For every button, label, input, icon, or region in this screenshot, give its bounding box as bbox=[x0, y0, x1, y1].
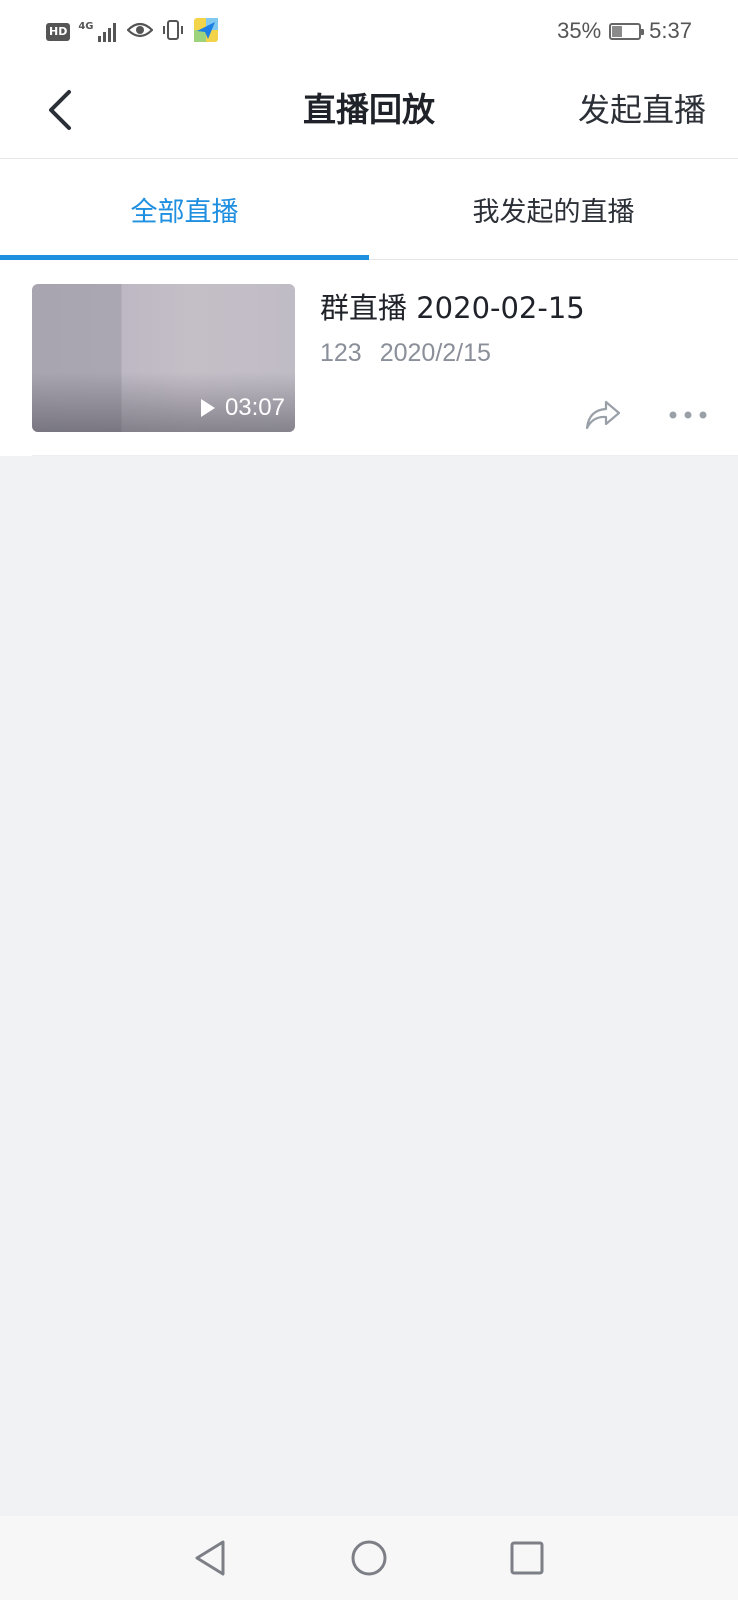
app-notification-icon bbox=[193, 17, 219, 47]
duration-badge: 03:07 bbox=[199, 394, 285, 422]
item-date: 2020/2/15 bbox=[379, 339, 491, 367]
play-icon bbox=[200, 399, 215, 417]
item-title: 群直播 2020-02-15 bbox=[320, 291, 585, 325]
hd-badge: HD bbox=[46, 23, 71, 41]
vibrate-icon bbox=[161, 18, 185, 46]
clock: 5:37 bbox=[649, 18, 692, 43]
circle-home-icon bbox=[351, 1540, 387, 1576]
start-live-button[interactable]: 发起直播 bbox=[578, 87, 706, 133]
signal-icon: 4G bbox=[78, 21, 118, 43]
top-app-bar: 直播回放 发起直播 bbox=[0, 62, 738, 159]
more-button[interactable] bbox=[662, 394, 714, 436]
tab-bar: 全部直播 我发起的直播 bbox=[0, 159, 738, 260]
nav-home-button[interactable] bbox=[345, 1534, 393, 1582]
duration-label: 03:07 bbox=[224, 394, 285, 421]
battery-fill bbox=[612, 25, 622, 37]
nav-recents-button[interactable] bbox=[503, 1534, 551, 1582]
video-thumbnail[interactable]: 03:07 bbox=[32, 284, 295, 432]
network-type-label: 4G bbox=[78, 21, 94, 32]
eye-icon bbox=[125, 20, 154, 44]
tab-my-live[interactable]: 我发起的直播 bbox=[369, 159, 738, 259]
list-item[interactable]: 03:07 群直播 2020-02-15 123 2020/2/15 bbox=[32, 260, 738, 456]
more-horizontal-icon bbox=[669, 411, 707, 419]
battery-icon bbox=[609, 22, 645, 40]
item-meta: 123 2020/2/15 bbox=[320, 336, 491, 370]
status-icons-right: 35% 5:37 bbox=[557, 16, 692, 46]
share-button[interactable] bbox=[582, 394, 624, 436]
system-nav-bar bbox=[0, 1516, 738, 1600]
share-icon bbox=[585, 400, 621, 430]
nav-back-button[interactable] bbox=[186, 1534, 234, 1582]
tab-all-live[interactable]: 全部直播 bbox=[0, 159, 369, 260]
status-bar: HD 4G 35% 5:37 bbox=[0, 0, 738, 62]
replay-list: 03:07 群直播 2020-02-15 123 2020/2/15 bbox=[0, 260, 738, 456]
item-author: 123 bbox=[320, 339, 362, 367]
battery-percent: 35% bbox=[557, 18, 602, 43]
triangle-back-icon bbox=[195, 1540, 225, 1576]
square-recents-icon bbox=[510, 1541, 544, 1575]
status-icons-left: HD 4G bbox=[46, 18, 219, 46]
